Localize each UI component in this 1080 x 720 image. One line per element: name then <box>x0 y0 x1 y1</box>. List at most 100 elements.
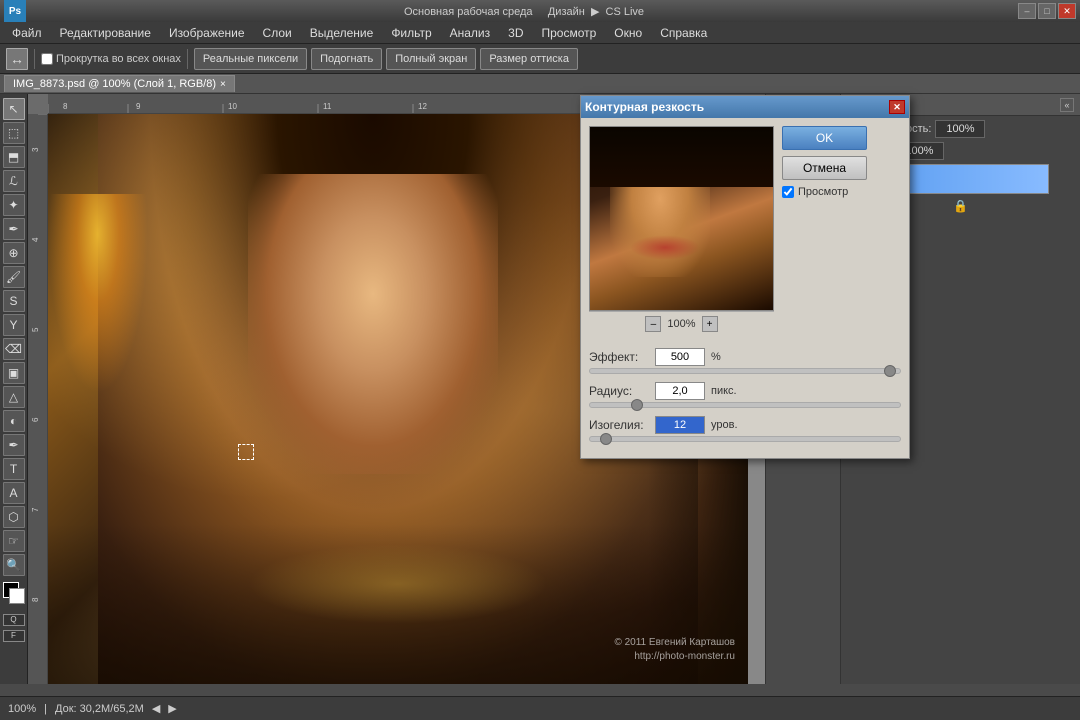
tool-move[interactable]: ↔ <box>6 48 28 70</box>
photo-face <box>248 174 498 474</box>
menu-3d[interactable]: 3D <box>500 24 531 42</box>
toolbar-sep-1 <box>34 49 35 69</box>
radius-input[interactable] <box>655 382 705 400</box>
radius-slider-track[interactable] <box>589 402 901 408</box>
tool-brush[interactable]: 🖌 <box>3 266 25 288</box>
svg-text:6: 6 <box>31 417 40 422</box>
tool-path[interactable]: A <box>3 482 25 504</box>
menu-layers[interactable]: Слои <box>255 24 300 42</box>
svg-text:7: 7 <box>31 507 40 512</box>
fit-button[interactable]: Подогнать <box>311 48 382 70</box>
tool-gradient[interactable]: ▣ <box>3 362 25 384</box>
effect-label-row: Эффект: % <box>589 348 901 366</box>
svg-text:12: 12 <box>418 102 427 111</box>
titlebar: Ps Основная рабочая среда Дизайн ▶ CS Li… <box>0 0 1080 22</box>
quick-mask[interactable]: Q <box>3 614 25 626</box>
effect-row: Эффект: % <box>589 348 901 374</box>
maximize-button[interactable]: □ <box>1038 3 1056 19</box>
cs-live-label: CS Live <box>606 6 645 18</box>
tool-arrow[interactable]: ↖ <box>3 98 25 120</box>
unsharp-mask-dialog: Контурная резкость ✕ – 100% + <box>580 95 910 459</box>
document-tab[interactable]: IMG_8873.psd @ 100% (Слой 1, RGB/8) × <box>4 75 235 92</box>
menu-filter[interactable]: Фильтр <box>383 24 439 42</box>
actual-pixels-button[interactable]: Реальные пиксели <box>194 48 307 70</box>
print-size-button[interactable]: Размер оттиска <box>480 48 578 70</box>
dialog-sliders: Эффект: % Радиус: пикс. Изогелия: <box>581 344 909 458</box>
radius-slider-thumb[interactable] <box>631 399 643 411</box>
preview-lips <box>630 235 700 260</box>
layers-panel-controls: « <box>1060 98 1074 112</box>
tool-clone[interactable]: S <box>3 290 25 312</box>
close-button[interactable]: ✕ <box>1058 3 1076 19</box>
dialog-close-button[interactable]: ✕ <box>889 100 905 114</box>
svg-text:9: 9 <box>136 102 141 111</box>
menu-help[interactable]: Справка <box>652 24 715 42</box>
foreground-color[interactable] <box>3 582 25 604</box>
effect-slider-thumb[interactable] <box>884 365 896 377</box>
minimize-button[interactable]: – <box>1018 3 1036 19</box>
nav-arrow-right[interactable]: ▶ <box>168 702 176 715</box>
threshold-slider-track[interactable] <box>589 436 901 442</box>
watermark: © 2011 Евгений Карташов http://photo-mon… <box>614 636 735 664</box>
zoom-out-button[interactable]: – <box>645 316 661 332</box>
statusbar: 100% | Док: 30,2М/65,2М ◀ ▶ <box>0 696 1080 720</box>
fullscreen-button[interactable]: Полный экран <box>386 48 476 70</box>
menu-window[interactable]: Окно <box>606 24 650 42</box>
photo-candle <box>48 194 148 394</box>
tool-zoom[interactable]: 🔍 <box>3 554 25 576</box>
cancel-button[interactable]: Отмена <box>782 156 867 180</box>
preview-checkbox[interactable] <box>782 186 794 198</box>
svg-text:5: 5 <box>31 327 40 332</box>
doc-size: Док: 30,2М/65,2М <box>55 703 144 715</box>
effect-input[interactable] <box>655 348 705 366</box>
left-toolbar: ↖ ⬚ ⬒ ℒ ✦ ✒ ⊕ 🖌 S Y ⌫ ▣ △ ◐ ✒ T A ⬡ ☞ 🔍 … <box>0 94 28 684</box>
tool-history[interactable]: Y <box>3 314 25 336</box>
menu-image[interactable]: Изображение <box>161 24 253 42</box>
dialog-titlebar: Контурная резкость ✕ <box>581 96 909 118</box>
dialog-preview-image[interactable] <box>589 126 774 311</box>
menu-view[interactable]: Просмотр <box>533 24 604 42</box>
scroll-all-checkbox[interactable] <box>41 53 53 65</box>
menu-analysis[interactable]: Анализ <box>442 24 499 42</box>
statusbar-left: 100% | Док: 30,2М/65,2М ◀ ▶ <box>8 702 177 715</box>
main-area: ↖ ⬚ ⬒ ℒ ✦ ✒ ⊕ 🖌 S Y ⌫ ▣ △ ◐ ✒ T A ⬡ ☞ 🔍 … <box>0 94 1080 684</box>
ok-button[interactable]: OK <box>782 126 867 150</box>
menu-file[interactable]: Файл <box>4 24 50 42</box>
effect-slider-track[interactable] <box>589 368 901 374</box>
tool-shape[interactable]: ⬡ <box>3 506 25 528</box>
toolbar-sep-2 <box>187 49 188 69</box>
toolbar: ↔ Прокрутка во всех окнах Реальные пиксе… <box>0 44 1080 74</box>
tool-lasso[interactable]: ℒ <box>3 170 25 192</box>
workspace-label: Основная рабочая среда <box>404 6 533 18</box>
nav-arrow-left[interactable]: ◀ <box>152 702 160 715</box>
tool-eyedropper[interactable]: ✒ <box>3 218 25 240</box>
zoom-in-button[interactable]: + <box>702 316 718 332</box>
dialog-preview-section: – 100% + <box>589 126 774 336</box>
opacity-input[interactable] <box>935 120 985 138</box>
radius-label-row: Радиус: пикс. <box>589 382 901 400</box>
zoom-level: 100% <box>8 703 36 715</box>
tool-text[interactable]: T <box>3 458 25 480</box>
svg-text:8: 8 <box>31 597 40 602</box>
menu-edit[interactable]: Редактирование <box>52 24 159 42</box>
threshold-input[interactable] <box>655 416 705 434</box>
tool-crop[interactable]: ⬚ <box>3 122 25 144</box>
menu-select[interactable]: Выделение <box>302 24 382 42</box>
tool-heal[interactable]: ⊕ <box>3 242 25 264</box>
tool-dodge[interactable]: ◐ <box>3 410 25 432</box>
tool-magic-wand[interactable]: ✦ <box>3 194 25 216</box>
preview-image-content <box>590 127 773 310</box>
tool-hand[interactable]: ☞ <box>3 530 25 552</box>
tool-select[interactable]: ⬒ <box>3 146 25 168</box>
ps-logo: Ps <box>4 0 26 22</box>
panel-expand-btn[interactable]: « <box>1060 98 1074 112</box>
selection-marquee <box>238 444 254 460</box>
threshold-slider-thumb[interactable] <box>600 433 612 445</box>
tool-blur[interactable]: △ <box>3 386 25 408</box>
tool-eraser[interactable]: ⌫ <box>3 338 25 360</box>
tab-close-button[interactable]: × <box>220 79 226 90</box>
screen-mode[interactable]: F <box>3 630 25 642</box>
preview-toggle-row: Просмотр <box>782 186 901 198</box>
preview-zoom-controls: – 100% + <box>589 311 774 336</box>
tool-pen[interactable]: ✒ <box>3 434 25 456</box>
